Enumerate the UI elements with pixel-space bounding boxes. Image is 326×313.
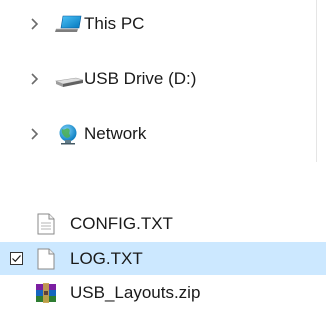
nav-item-label: Network (84, 124, 147, 143)
chevron-right-icon[interactable] (27, 72, 41, 86)
selection-checkbox[interactable] (10, 252, 23, 265)
nav-item-this-pc[interactable]: This PC (0, 4, 316, 44)
nav-item-network[interactable]: Network (0, 114, 316, 154)
chevron-right-icon[interactable] (27, 17, 41, 31)
zip-archive-icon (34, 281, 58, 305)
file-list: CONFIG.TXT LOG.TXT USB_Layouts.zip (0, 207, 326, 313)
navigation-pane: This PC USB Drive (D:) Network (0, 0, 316, 162)
pane-divider (316, 0, 317, 162)
file-row-config[interactable]: CONFIG.TXT (0, 207, 326, 240)
nav-item-label: USB Drive (D:) (84, 69, 197, 88)
usb-drive-icon (54, 69, 86, 89)
file-name: USB_Layouts.zip (70, 282, 201, 302)
nav-item-usb-drive[interactable]: USB Drive (D:) (0, 59, 316, 99)
network-icon (54, 124, 86, 145)
file-name: LOG.TXT (70, 248, 143, 268)
nav-item-label: This PC (84, 14, 145, 33)
file-name: CONFIG.TXT (70, 213, 173, 233)
text-file-icon (34, 247, 58, 271)
file-explorer: This PC USB Drive (D:) Network CONFIG.TX… (0, 0, 326, 313)
chevron-right-icon[interactable] (27, 127, 41, 141)
text-file-icon (34, 212, 58, 236)
file-row-usb-layouts[interactable]: USB_Layouts.zip (0, 276, 326, 309)
file-row-log[interactable]: LOG.TXT (0, 242, 326, 275)
this-pc-icon (54, 14, 86, 34)
